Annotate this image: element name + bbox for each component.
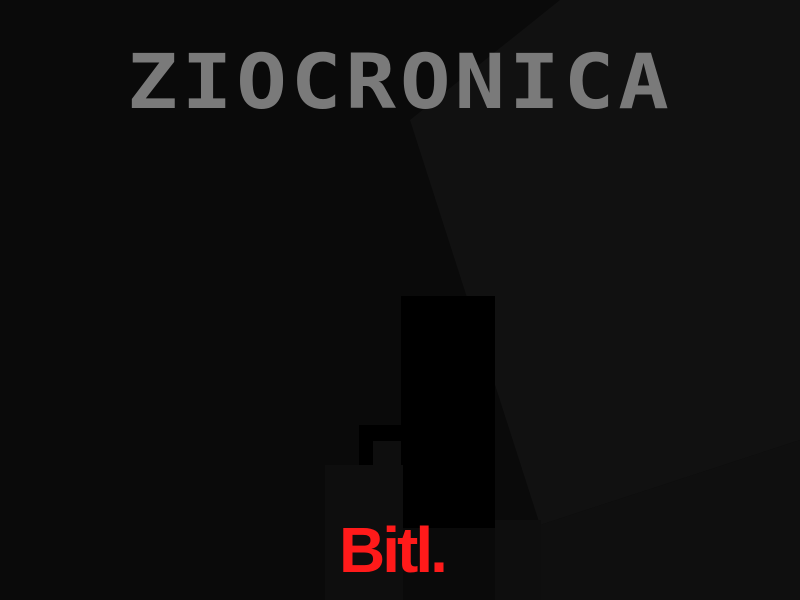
- brand-logo: Bitl.: [339, 514, 448, 586]
- silhouette-inner-notch: [373, 441, 401, 465]
- game-title: ZIOCRONICA: [127, 37, 673, 127]
- splash-screen: ZIOCRONICA Bitl.: [0, 0, 800, 600]
- silhouette-base-right: [495, 520, 541, 600]
- silhouette-tower: [401, 296, 495, 528]
